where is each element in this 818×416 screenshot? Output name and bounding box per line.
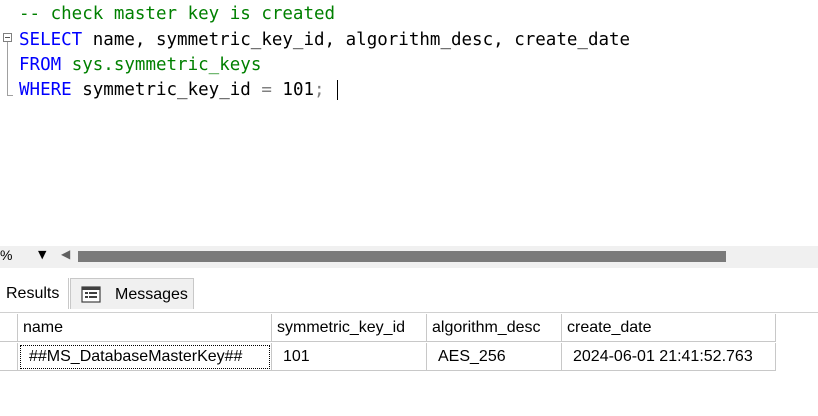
dropdown-arrow-icon: ▼ [38, 248, 47, 261]
where-column: symmetric_key_id [71, 80, 262, 100]
results-tab-bar: Results Messages [0, 278, 818, 311]
editor-status-strip: % ▼ ◀ [0, 246, 818, 268]
from-table: sys.symmetric_keys [71, 55, 262, 75]
zoom-value: % [0, 247, 13, 263]
query-editor[interactable]: -- check master key is created SELECT na… [0, 0, 818, 240]
where-value: 101 [271, 80, 315, 100]
collapse-icon[interactable] [3, 33, 12, 42]
sql-where-line: WHERE symmetric_key_id = 101; [19, 78, 325, 102]
table-cell-name[interactable]: ##MS_DatabaseMasterKey## [18, 343, 272, 371]
column-header-symmetric-key-id[interactable]: symmetric_key_id [272, 314, 427, 342]
column-header-name[interactable]: name [18, 314, 272, 342]
text-caret [337, 80, 338, 100]
table-cell-algorithm-desc[interactable]: AES_256 [427, 343, 562, 371]
where-keyword: WHERE [19, 80, 72, 100]
tab-messages[interactable]: Messages [70, 278, 194, 309]
zoom-dropdown[interactable]: % ▼ [0, 246, 48, 268]
column-header-algorithm-desc[interactable]: algorithm_desc [427, 314, 562, 342]
fold-guide [7, 42, 8, 96]
select-columns: name, symmetric_key_id, algorithm_desc, … [82, 30, 631, 50]
equals-operator: = [261, 80, 272, 100]
table-cell-symmetric-key-id[interactable]: 101 [272, 343, 427, 371]
tab-messages-label: Messages [115, 286, 188, 303]
tab-results-label: Results [6, 285, 60, 302]
table-cell-create-date[interactable]: 2024-06-01 21:41:52.763 [562, 343, 776, 371]
sql-from-line: FROM sys.symmetric_keys [19, 53, 261, 77]
semicolon: ; [314, 80, 325, 100]
sql-select-line: SELECT name, symmetric_key_id, algorithm… [19, 28, 630, 52]
horizontal-scrollbar-thumb[interactable] [78, 251, 726, 262]
results-grid: name symmetric_key_id algorithm_desc cre… [0, 312, 818, 416]
from-keyword: FROM [19, 55, 62, 75]
sql-comment-line: -- check master key is created [19, 4, 336, 24]
messages-icon [81, 286, 101, 303]
scroll-left-icon[interactable]: ◀ [61, 247, 70, 261]
tab-results[interactable]: Results [0, 278, 69, 309]
grid-corner[interactable] [0, 314, 18, 342]
fold-guide-end [7, 95, 13, 96]
column-header-create-date[interactable]: create_date [562, 314, 776, 342]
select-keyword: SELECT [19, 30, 83, 50]
row-number-cell[interactable] [0, 343, 18, 371]
